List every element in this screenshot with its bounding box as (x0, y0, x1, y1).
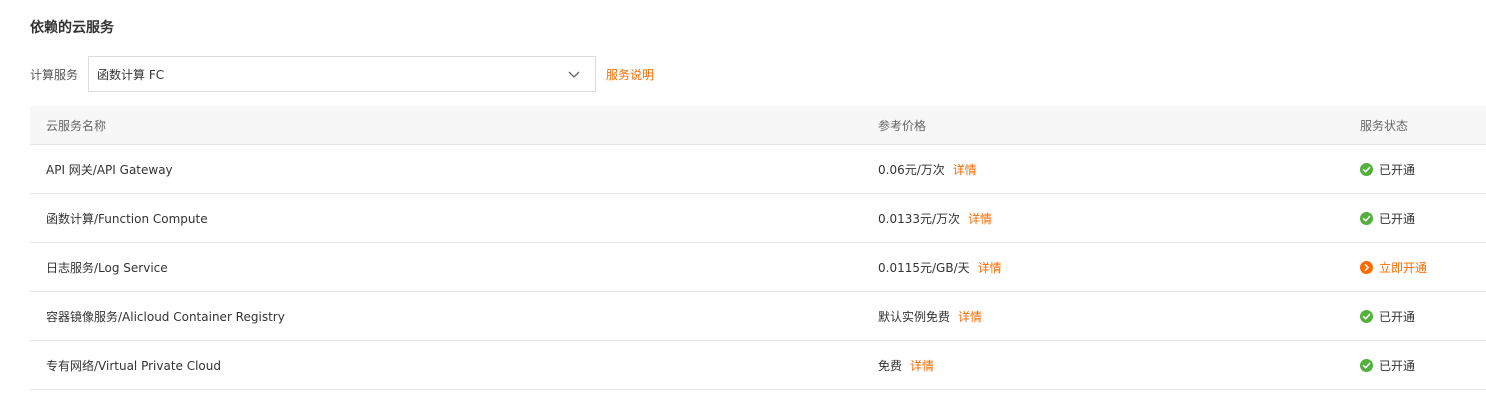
service-status-enabled: 已开通 (1360, 194, 1415, 242)
table-body: API 网关/API Gateway 0.06元/万次 详情 已开通 函数计算/Func… (30, 145, 1486, 390)
price-detail-link[interactable]: 详情 (953, 161, 977, 178)
compute-service-selected-value: 函数计算 FC (97, 67, 165, 82)
check-circle-icon (1360, 211, 1373, 225)
service-price: 0.0133元/万次 (878, 211, 961, 226)
price-detail-link[interactable]: 详情 (978, 259, 1002, 276)
price-detail-link[interactable]: 详情 (910, 357, 934, 374)
column-header-status: 服务状态 (1360, 118, 1409, 133)
price-detail-link[interactable]: 详情 (958, 308, 982, 325)
service-status-enabled: 已开通 (1360, 145, 1415, 193)
table-row: 函数计算/Function Compute 0.0133元/万次 详情 已开通 (30, 194, 1486, 243)
compute-service-label: 计算服务 (30, 67, 79, 82)
section-title: 依赖的云服务 (30, 20, 114, 36)
price-detail-link[interactable]: 详情 (968, 210, 992, 227)
service-price-cell: 0.06元/万次 详情 (878, 145, 977, 193)
service-price-cell: 0.0133元/万次 详情 (878, 194, 992, 242)
table-row: API 网关/API Gateway 0.06元/万次 详情 已开通 (30, 145, 1486, 194)
table-row: 容器镜像服务/Alicloud Container Registry 默认实例免费… (30, 292, 1486, 341)
column-header-price: 参考价格 (878, 118, 927, 133)
service-status-enabled: 已开通 (1360, 292, 1415, 340)
service-status-enabled: 已开通 (1360, 341, 1415, 389)
service-price: 默认实例免费 (878, 309, 951, 324)
check-circle-icon (1360, 162, 1373, 176)
check-circle-icon (1360, 358, 1373, 372)
service-name: 函数计算/Function Compute (46, 211, 208, 226)
service-price-cell: 免费 详情 (878, 341, 934, 389)
arrow-right-circle-icon (1360, 260, 1373, 274)
service-name: 专有网络/Virtual Private Cloud (46, 358, 221, 373)
service-name: 容器镜像服务/Alicloud Container Registry (46, 309, 285, 324)
service-name: 日志服务/Log Service (46, 260, 168, 275)
service-description-link[interactable]: 服务说明 (606, 66, 654, 83)
compute-service-select[interactable]: 函数计算 FC (88, 56, 597, 92)
service-price-cell: 默认实例免费 详情 (878, 292, 982, 340)
table-row: 专有网络/Virtual Private Cloud 免费 详情 已开通 (30, 341, 1486, 390)
activate-service-button[interactable]: 立即开通 (1360, 243, 1427, 291)
service-status-label: 已开通 (1379, 211, 1416, 226)
service-price-cell: 0.0115元/GB/天 详情 (878, 243, 1002, 291)
service-status-label: 已开通 (1379, 358, 1416, 373)
chevron-down-icon (568, 71, 580, 78)
service-name: API 网关/API Gateway (46, 162, 173, 177)
service-price: 0.06元/万次 (878, 162, 945, 177)
cloud-services-table: 云服务名称 参考价格 服务状态 API 网关/API Gateway 0.06元/… (30, 106, 1486, 390)
service-status-label: 立即开通 (1379, 260, 1428, 275)
table-header: 云服务名称 参考价格 服务状态 (30, 106, 1486, 145)
service-price: 0.0115元/GB/天 (878, 260, 970, 275)
service-status-label: 已开通 (1379, 162, 1416, 177)
service-price: 免费 (878, 358, 903, 373)
check-circle-icon (1360, 309, 1373, 323)
compute-service-row: 计算服务 函数计算 FC 服务说明 (30, 56, 654, 92)
column-header-name: 云服务名称 (46, 118, 107, 133)
table-row: 日志服务/Log Service 0.0115元/GB/天 详情 立即开通 (30, 243, 1486, 292)
service-status-label: 已开通 (1379, 309, 1416, 324)
